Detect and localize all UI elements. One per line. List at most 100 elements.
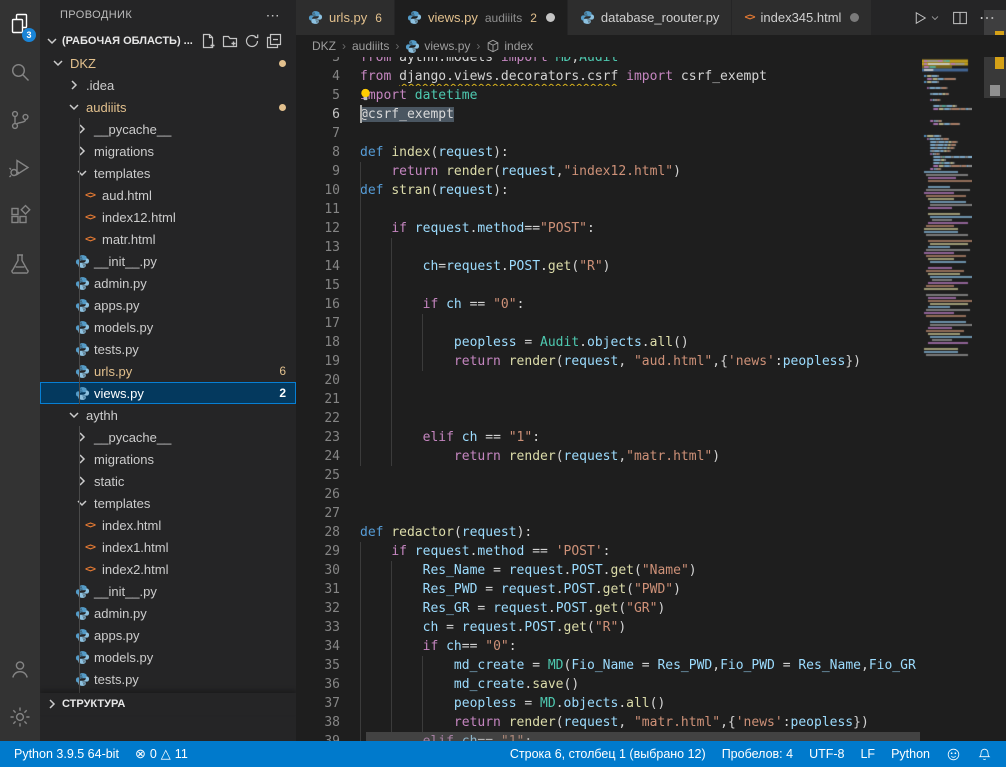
activity-bar-source-control[interactable] [0, 96, 40, 144]
breadcrumb-separator: › [476, 39, 480, 53]
status-feedback[interactable] [938, 741, 969, 767]
line-number: 4 [296, 67, 340, 86]
status-cursor-position[interactable]: Строка 6, столбец 1 (выбрано 12) [502, 741, 714, 767]
code-line-38: return render(request, "matr.html",{'new… [360, 713, 920, 732]
python-icon [74, 297, 90, 313]
activity-bar-search[interactable] [0, 48, 40, 96]
line-number: 14 [296, 257, 340, 276]
status-language-mode[interactable]: Python [883, 741, 938, 767]
activity-bar-explorer[interactable]: 3 [0, 0, 40, 48]
line-number: 35 [296, 656, 340, 675]
code-line-6: @csrf_exempt [360, 105, 920, 124]
python-icon [74, 385, 90, 401]
source-control-icon [8, 108, 32, 132]
horizontal-scrollbar[interactable] [366, 732, 920, 741]
tab-index345.html[interactable]: <>index345.html [732, 0, 871, 35]
breadcrumb-item-DKZ[interactable]: DKZ [312, 39, 336, 53]
tab-views.py[interactable]: views.pyaudiiits2 [395, 0, 567, 35]
python-icon [74, 363, 90, 379]
code-line-14: ch=request.POST.get("R") [360, 257, 920, 276]
tree-item-aythh[interactable]: aythh [40, 404, 296, 426]
warning-icon: △ [161, 741, 171, 767]
tree-item-DKZ[interactable]: DKZ [40, 52, 296, 74]
beaker-icon [8, 252, 32, 276]
debug-icon [8, 156, 32, 180]
dirty-indicator[interactable] [850, 13, 859, 22]
file-label: views.py [94, 386, 144, 401]
file-label: admin.py [94, 606, 147, 621]
line-number: 12 [296, 219, 340, 238]
file-label: templates [94, 166, 150, 181]
breadcrumb-item-audiiits[interactable]: audiiits [352, 39, 389, 53]
python-icon [74, 605, 90, 621]
code-line-5: import datetime [360, 86, 920, 105]
views-and-more-actions-icon[interactable]: ⋯ [266, 0, 280, 30]
status-eol[interactable]: LF [852, 741, 883, 767]
chevron-right-icon [74, 121, 90, 137]
tab-urls.py[interactable]: urls.py6 [296, 0, 394, 35]
python-icon [74, 253, 90, 269]
tab-database_roouter.py[interactable]: database_roouter.py [568, 0, 732, 35]
breadcrumb-item-views.py[interactable]: views.py [405, 39, 470, 54]
new-file-icon[interactable] [200, 33, 216, 49]
breadcrumb: DKZ›audiiits›views.py›index [296, 35, 1006, 57]
outline-section-header[interactable]: СТРУКТУРА [40, 693, 296, 715]
tree-item-audiiits[interactable]: audiiits [40, 96, 296, 118]
code-editor[interactable]: 3from aythh.models import MD,Audit4from … [296, 35, 920, 741]
editor-group: urls.py6views.pyaudiiits2 database_rooute… [296, 0, 1006, 741]
line-number: 23 [296, 428, 340, 447]
status-python-interpreter[interactable]: Python 3.9.5 64-bit [6, 741, 127, 767]
symbol-module-icon [486, 39, 500, 53]
line-number: 7 [296, 124, 340, 143]
activity-bar-extensions[interactable] [0, 192, 40, 240]
error-count: 0 [150, 741, 157, 767]
file-label: aythh [86, 408, 118, 423]
file-label: audiiits [86, 100, 126, 115]
activity-bar: 3 [0, 0, 40, 741]
gear-icon [8, 705, 32, 729]
tree-item-.idea[interactable]: .idea [40, 74, 296, 96]
activity-bar-accounts[interactable] [0, 645, 40, 693]
file-label: static [94, 474, 124, 489]
status-notifications[interactable] [969, 741, 1000, 767]
activity-bar-testing[interactable] [0, 240, 40, 288]
tab-label: urls.py [329, 10, 367, 25]
line-number: 10 [296, 181, 340, 200]
tab-label: database_roouter.py [601, 10, 720, 25]
minimap[interactable] [922, 22, 972, 712]
status-indentation[interactable]: Пробелов: 4 [714, 741, 801, 767]
workspace-section-header[interactable]: (РАБОЧАЯ ОБЛАСТЬ) ... [40, 30, 296, 52]
new-folder-icon[interactable] [222, 33, 238, 49]
breadcrumb-item-index[interactable]: index [486, 39, 533, 53]
refresh-icon[interactable] [244, 33, 260, 49]
chevron-right-icon [74, 429, 90, 445]
chevron-down-icon [74, 165, 90, 181]
chevron-right-icon [74, 451, 90, 467]
line-number: 24 [296, 447, 340, 466]
dirty-indicator[interactable] [546, 13, 555, 22]
code-line-10: def stran(request): [360, 181, 920, 200]
collapse-all-icon[interactable] [266, 33, 282, 49]
code-line-9: return render(request,"index12.html") [360, 162, 920, 181]
explorer-sidebar: ПРОВОДНИК ⋯ (РАБОЧАЯ ОБЛАСТЬ) ... DKZ .id… [40, 0, 296, 741]
lightbulb-icon[interactable] [358, 87, 373, 103]
activity-bar-run-and-debug[interactable] [0, 144, 40, 192]
error-icon: ⊗ [135, 741, 146, 767]
code-line-19: return render(request, "aud.html",{'news… [360, 352, 920, 371]
modified-dot [279, 60, 286, 67]
file-label: templates [94, 496, 150, 511]
activity-bar-manage[interactable] [0, 693, 40, 741]
status-encoding[interactable]: UTF-8 [801, 741, 852, 767]
code-line-12: if request.method=="POST": [360, 219, 920, 238]
explorer-badge: 3 [22, 28, 36, 42]
tab-bar: urls.py6views.pyaudiiits2 database_rooute… [296, 0, 1006, 35]
file-label: migrations [94, 452, 154, 467]
file-label: apps.py [94, 628, 140, 643]
sidebar-title: ПРОВОДНИК ⋯ [40, 0, 296, 30]
html-icon: <> [744, 12, 754, 23]
status-problems[interactable]: ⊗0△11 [127, 741, 196, 767]
chevron-right-icon [74, 143, 90, 159]
file-label: DKZ [70, 56, 96, 71]
python-icon [407, 10, 422, 25]
sidebar-title-label: ПРОВОДНИК [60, 9, 132, 21]
